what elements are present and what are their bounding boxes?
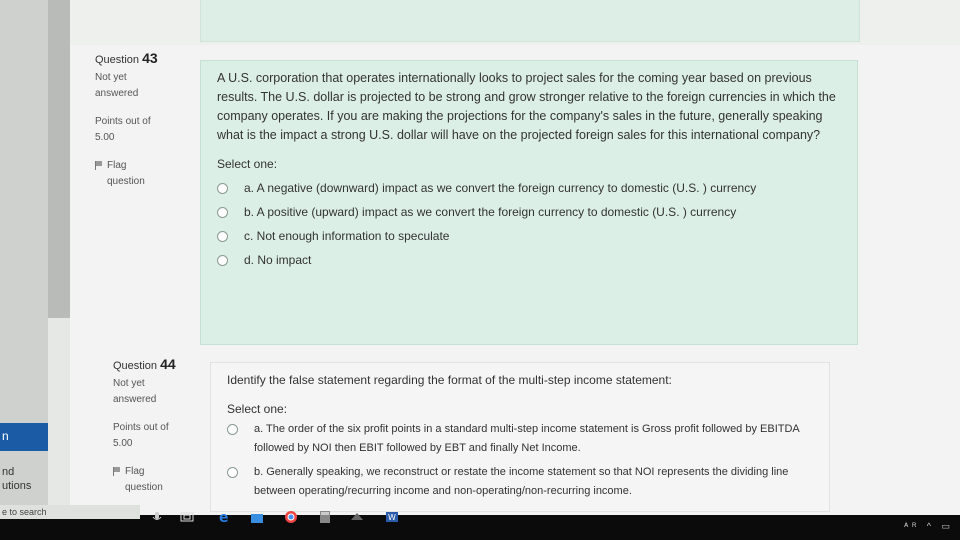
question-text: A U.S. corporation that operates interna… bbox=[217, 71, 836, 142]
question-text: Identify the false statement regarding t… bbox=[227, 373, 672, 387]
sidebar-item-questions[interactable]: utions bbox=[2, 480, 31, 492]
question-points: Points out of 5.00 bbox=[95, 116, 151, 143]
question-box-43: A U.S. corporation that operates interna… bbox=[200, 60, 858, 345]
answer-option[interactable]: b. Generally speaking, we reconstruct or… bbox=[227, 463, 815, 501]
edge-icon[interactable]: e bbox=[218, 510, 232, 526]
flag-question-button[interactable]: Flag question bbox=[113, 464, 198, 496]
sidebar-item-label: n bbox=[2, 429, 9, 443]
answer-option[interactable]: a. The order of the six profit points in… bbox=[227, 420, 815, 458]
question-points: Points out of 5.00 bbox=[113, 422, 169, 449]
select-one-label: Select one: bbox=[217, 157, 278, 171]
question-number: 43 bbox=[142, 50, 158, 66]
app-icon[interactable] bbox=[350, 510, 364, 524]
radio-button[interactable] bbox=[227, 424, 238, 435]
select-one-label: Select one: bbox=[227, 402, 288, 416]
answer-list: a. A negative (downward) impact as we co… bbox=[217, 179, 843, 270]
answer-option[interactable]: a. A negative (downward) impact as we co… bbox=[217, 179, 843, 198]
svg-text:e: e bbox=[219, 510, 229, 524]
answer-option[interactable]: d. No impact bbox=[217, 251, 843, 270]
answer-list: a. The order of the six profit points in… bbox=[227, 420, 815, 501]
radio-button[interactable] bbox=[217, 255, 228, 266]
question-number: 44 bbox=[160, 356, 176, 372]
sidebar-item-active[interactable]: n bbox=[0, 423, 48, 451]
question-status: Not yet answered bbox=[113, 378, 157, 405]
taskbar bbox=[0, 515, 960, 540]
flag-icon bbox=[95, 161, 103, 170]
word-icon[interactable]: W bbox=[385, 510, 399, 524]
radio-button[interactable] bbox=[217, 231, 228, 242]
question-info-44: Question 44 Not yet answered Points out … bbox=[113, 356, 198, 496]
taskbar-search-input[interactable]: e to search bbox=[0, 505, 140, 519]
task-view-icon[interactable] bbox=[180, 510, 194, 524]
radio-button[interactable] bbox=[227, 467, 238, 478]
sidebar-scrollbar[interactable] bbox=[48, 0, 70, 318]
answer-option[interactable]: b. A positive (upward) impact as we conv… bbox=[217, 203, 843, 222]
flag-icon bbox=[113, 467, 121, 476]
mic-icon[interactable] bbox=[150, 510, 164, 524]
question-label: Question bbox=[113, 360, 158, 372]
sidebar-item-and[interactable]: nd bbox=[2, 466, 14, 478]
svg-text:W: W bbox=[388, 513, 396, 522]
flag-question-button[interactable]: Flag question bbox=[95, 158, 190, 190]
store-icon[interactable] bbox=[250, 510, 264, 524]
radio-button[interactable] bbox=[217, 183, 228, 194]
radio-button[interactable] bbox=[217, 207, 228, 218]
chrome-icon[interactable] bbox=[284, 510, 298, 524]
calculator-icon[interactable] bbox=[318, 510, 332, 524]
question-box-44: Identify the false statement regarding t… bbox=[210, 362, 830, 512]
question-status: Not yet answered bbox=[95, 72, 139, 99]
system-tray[interactable]: ᴬᴿ ^ ▭ bbox=[904, 521, 954, 532]
question-label: Question bbox=[95, 54, 140, 66]
question-info-43: Question 43 Not yet answered Points out … bbox=[95, 50, 190, 190]
answer-option[interactable]: c. Not enough information to speculate bbox=[217, 227, 843, 246]
previous-question-box bbox=[200, 0, 860, 42]
